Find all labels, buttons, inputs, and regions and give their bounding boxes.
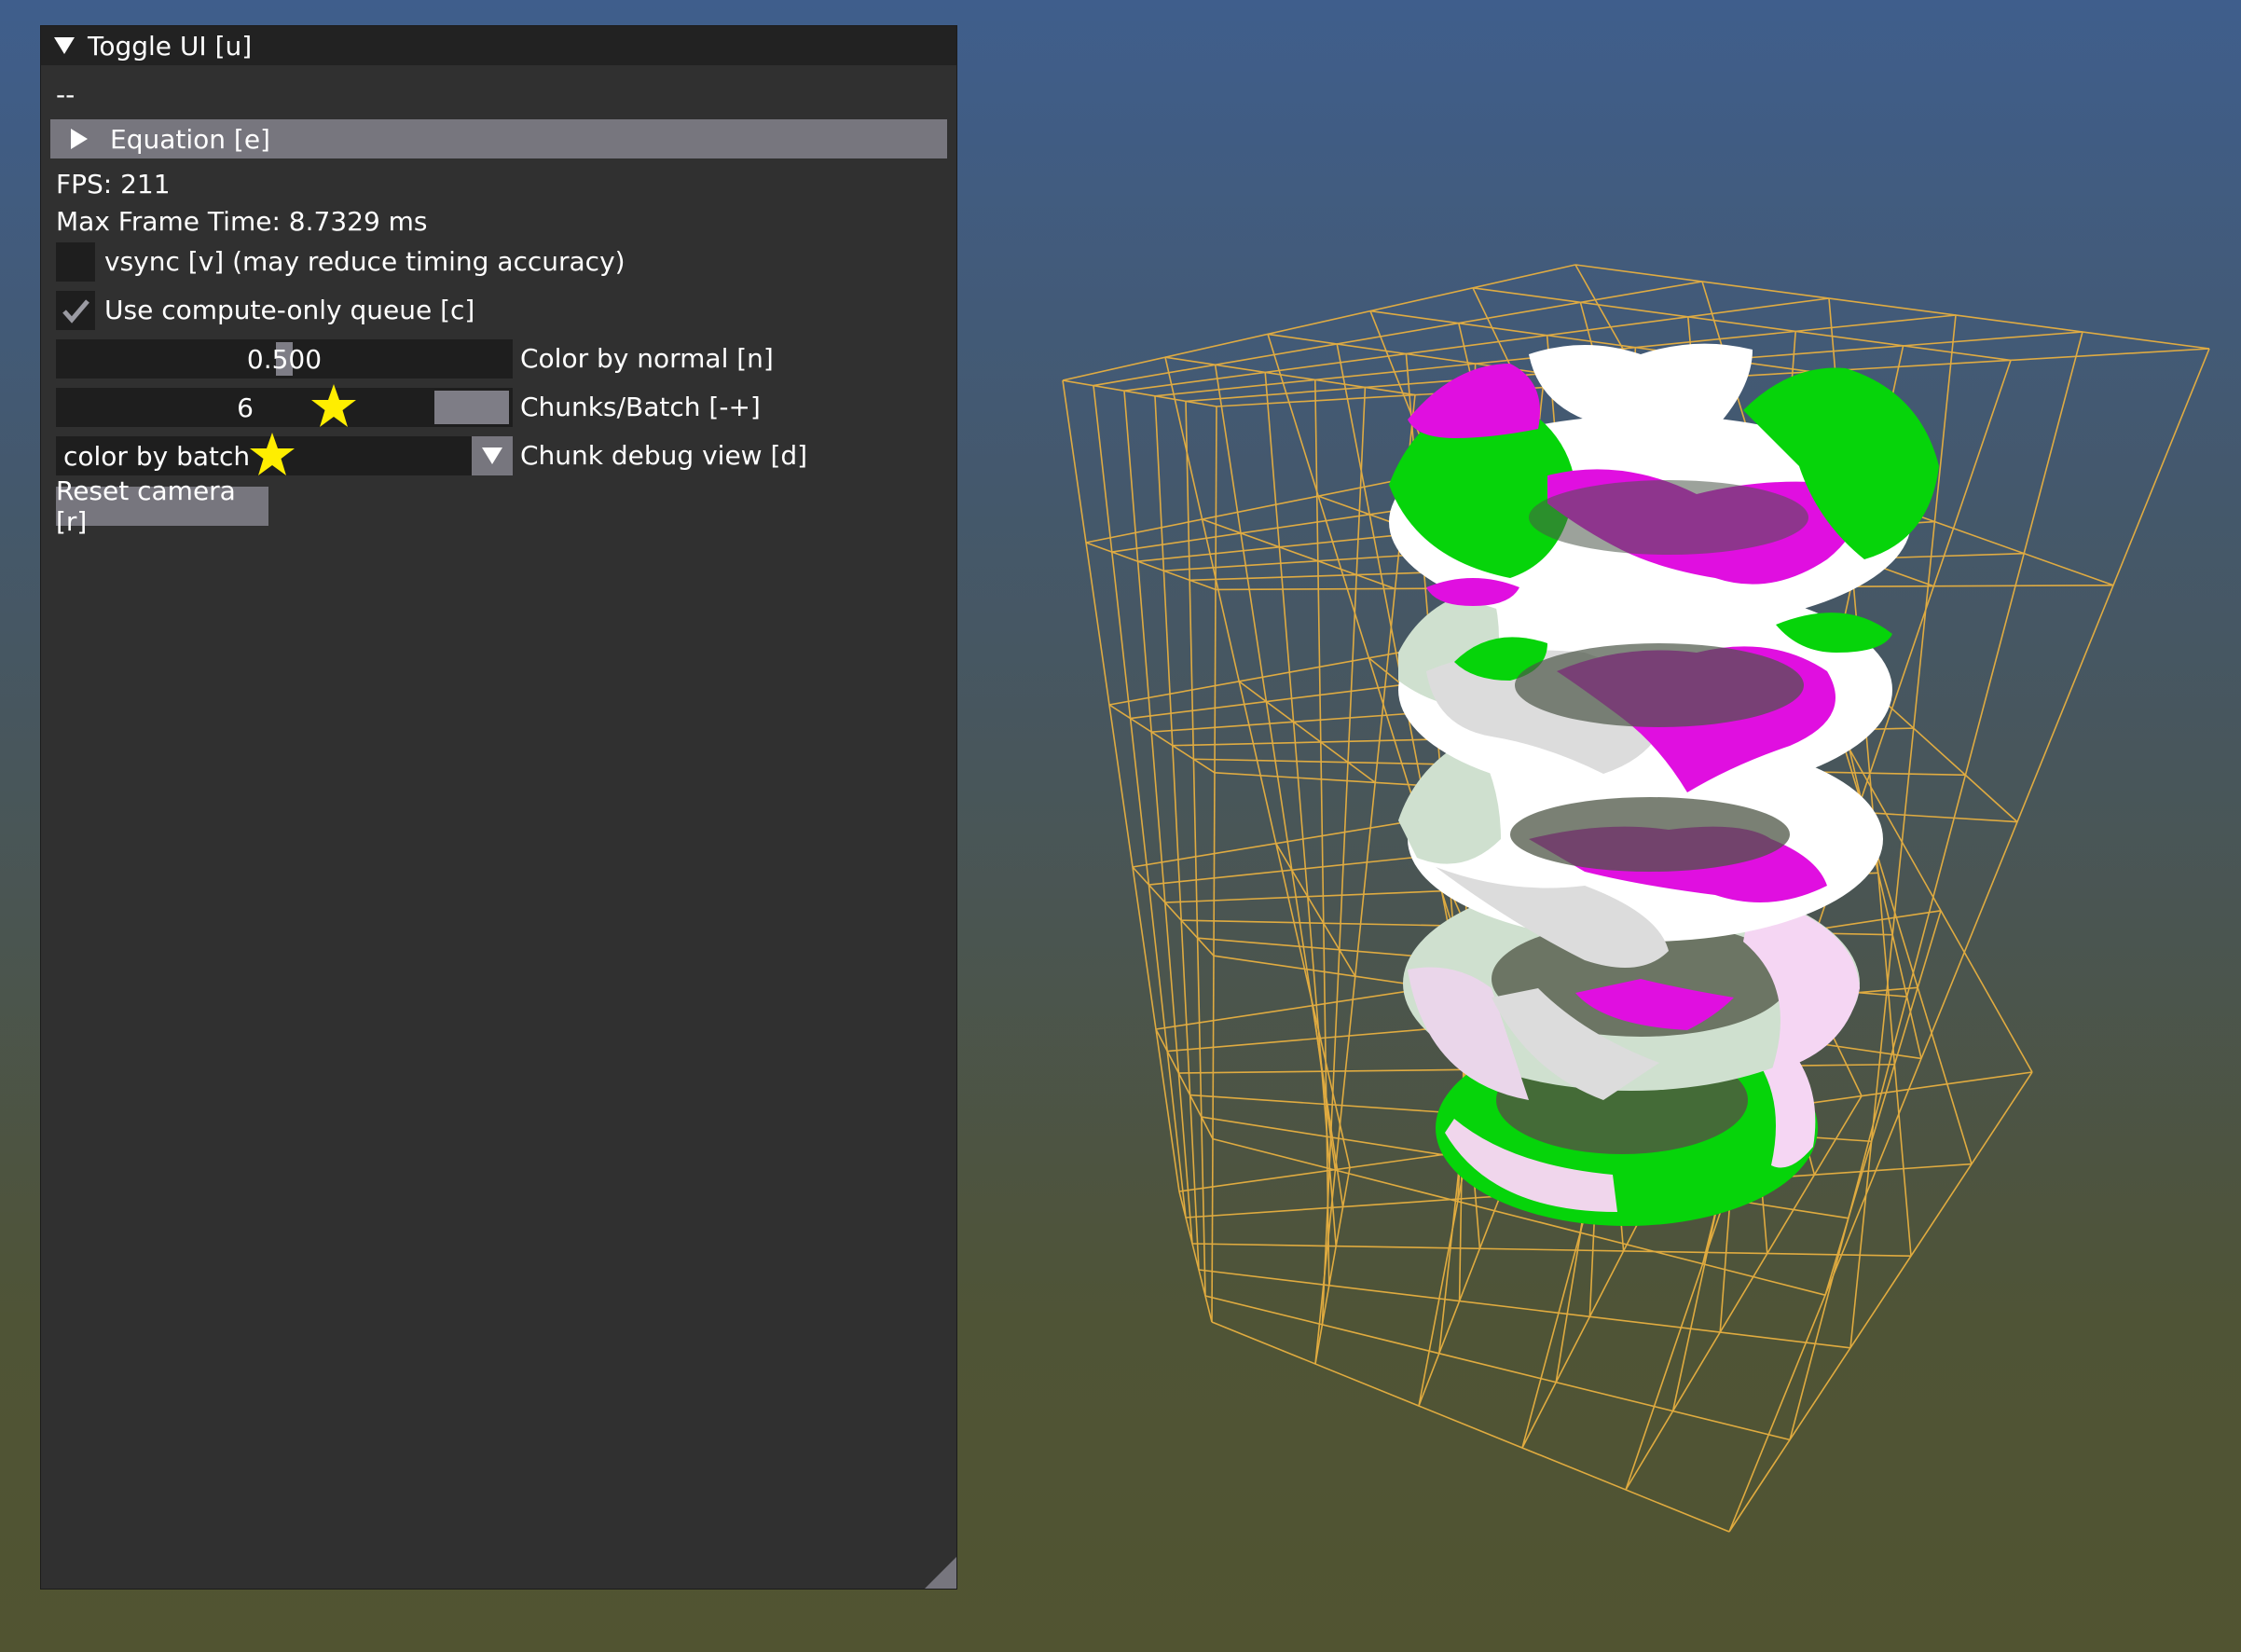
chunks-per-batch-input[interactable]: 6 (56, 388, 513, 427)
grid-line (1264, 372, 1337, 1246)
separator-text: -- (56, 79, 76, 110)
grid-line (1211, 406, 1217, 1323)
star-icon (250, 433, 295, 475)
chunk-debug-view-label: Chunk debug view [d] (520, 440, 808, 471)
color-by-normal-value: 0.500 (246, 343, 323, 375)
chunks-slider-grab[interactable] (434, 391, 509, 424)
resize-grip-icon[interactable] (925, 1557, 956, 1589)
debug-ui-panel: Toggle UI [u] -- Equation [e] FPS: 211 M… (41, 26, 956, 1589)
star-icon (311, 384, 356, 427)
checkmark-icon (62, 299, 89, 324)
equation-header[interactable]: Equation [e] (50, 119, 947, 158)
grid-line (1574, 264, 2210, 350)
equation-header-label: Equation [e] (110, 123, 270, 155)
panel-title: Toggle UI [u] (88, 30, 253, 62)
triangle-down-icon[interactable] (54, 37, 75, 54)
grid-line (1123, 391, 1193, 1245)
grid-line (1164, 356, 1416, 396)
grid-line (1204, 1295, 1791, 1441)
vsync-checkbox[interactable] (56, 242, 95, 282)
grid-line (1062, 264, 1576, 381)
vsync-label: vsync [v] (may reduce timing accuracy) (104, 246, 626, 277)
grid-line (1314, 379, 1330, 1286)
fps-readout: FPS: 211 (56, 169, 171, 200)
chunks-per-batch-value: 6 (237, 392, 254, 423)
compute-queue-label: Use compute-only queue [c] (104, 295, 475, 325)
grid-line (1211, 1321, 1730, 1533)
color-by-normal-slider[interactable]: 0.500 (56, 339, 513, 379)
grid-line (1062, 379, 1180, 1192)
triangle-down-icon (482, 447, 502, 464)
grid-line (1093, 385, 1187, 1218)
compute-queue-checkbox[interactable] (56, 291, 95, 330)
dropdown-arrow-button[interactable] (472, 436, 513, 475)
triangle-right-icon[interactable] (71, 129, 88, 149)
max-frame-time-readout: Max Frame Time: 8.7329 ms (56, 206, 428, 237)
color-by-normal-label: Color by normal [n] (520, 343, 774, 374)
grid-line (1185, 401, 1206, 1297)
panel-titlebar[interactable]: Toggle UI [u] (41, 26, 956, 65)
chunks-per-batch-label: Chunks/Batch [-+] (520, 392, 761, 422)
grid-line (1085, 542, 1217, 591)
reset-camera-label: Reset camera [r] (56, 475, 236, 537)
grid-line (1198, 1269, 1851, 1349)
grid-line (1132, 866, 1215, 957)
grid-line (1191, 1243, 1912, 1257)
reset-camera-button[interactable]: Reset camera [r] (56, 475, 268, 537)
chunk-debug-view-selected: color by batch (63, 440, 251, 472)
grid-line (1062, 379, 1217, 407)
